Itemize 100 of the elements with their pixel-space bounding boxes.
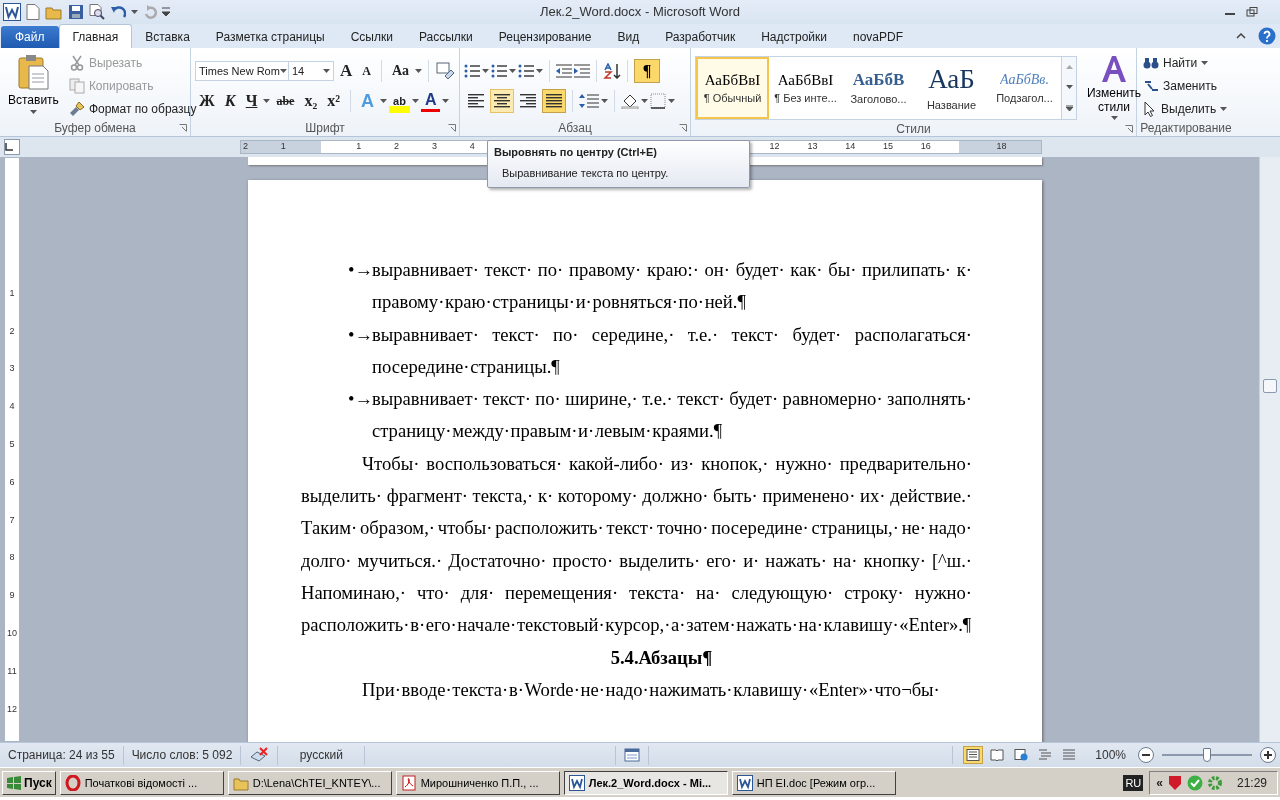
ribbon-tab[interactable]: Вставка (132, 26, 203, 48)
replace-button[interactable]: Заменить (1141, 75, 1230, 97)
ribbon-tab[interactable]: Разметка страницы (202, 26, 338, 48)
subscript-button[interactable]: x₂ (300, 89, 322, 113)
caret-icon (442, 99, 450, 103)
zoom-in-button[interactable] (1260, 747, 1276, 763)
check-icon (1186, 774, 1203, 791)
select-button[interactable]: Выделить (1141, 98, 1230, 120)
font-name-field[interactable]: Times New Rom (195, 61, 289, 81)
taskbar-button[interactable]: Мирошниченко П.П., ... (395, 770, 560, 795)
restore-icon (1246, 7, 1258, 17)
align-center-icon (494, 94, 510, 108)
ribbon-tab[interactable]: Вид (604, 26, 653, 48)
font-color-button[interactable]: A (420, 90, 441, 112)
show-marks-button[interactable]: ¶ (634, 59, 660, 83)
language-indicator[interactable]: русский (278, 745, 366, 765)
grow-font-button[interactable]: A (335, 59, 357, 83)
underline-button[interactable]: Ч (241, 89, 262, 113)
ruler-number: 18 (996, 141, 1007, 151)
show-hidden-icons-button[interactable]: « (1156, 775, 1163, 790)
ribbon-tab[interactable]: Надстройки (748, 26, 840, 48)
paste-button[interactable]: Вставить (4, 52, 63, 120)
shrink-font-button[interactable]: A (358, 59, 375, 83)
caret-icon (322, 69, 330, 73)
word-count[interactable]: Число слов: 5 092 (123, 745, 242, 765)
taskbar-button[interactable]: НП EI.doc [Режим огр... (731, 770, 896, 795)
style-item[interactable]: АаБбВвI ¶ Обычный (696, 57, 769, 119)
zoom-out-button[interactable] (1138, 747, 1154, 763)
align-justify-icon (546, 94, 562, 108)
superscript-button[interactable]: x² (323, 89, 345, 113)
collapse-ribbon-icon (1236, 33, 1246, 39)
zoom-thumb[interactable] (1203, 748, 1211, 762)
binoculars-icon (1143, 56, 1159, 70)
scroll-up-icon (1065, 65, 1073, 69)
ruler-number: 2 (242, 141, 248, 151)
font-size-field[interactable]: 14 (288, 61, 334, 81)
scrollbar-thumb[interactable] (1263, 379, 1277, 393)
increase-indent-icon (574, 64, 590, 78)
copy-icon (68, 78, 85, 94)
tooltip-title: Выровнять по центру (Ctrl+E) (494, 146, 658, 158)
ribbon-tab[interactable]: novaPDF (840, 26, 917, 48)
page-layout-icon (966, 749, 981, 761)
taskbar-button[interactable]: Лек.2_Word.docx - Mi... (563, 770, 728, 795)
caret-icon (131, 10, 138, 14)
caret-icon (415, 69, 422, 73)
decrease-indent-icon (556, 64, 572, 78)
change-case-button[interactable]: Aa (387, 59, 413, 83)
windows-flag-icon (6, 775, 22, 790)
ruler-number: 2 (8, 325, 16, 336)
dialog-launcher-icon (448, 124, 456, 132)
paragraph: При· вводе· текста· в· Worde· не· надо· нажимать· клавишу· «Enter»· что¬бы· (361, 677, 941, 702)
zoom-level[interactable]: 100% (1095, 748, 1126, 762)
bullet-list-icon (464, 64, 480, 78)
ribbon-tab[interactable]: Файл (1, 26, 59, 48)
draft-icon (1062, 749, 1077, 761)
view-button[interactable] (963, 746, 984, 764)
shading-icon (621, 93, 639, 109)
ruler-number: 1 (8, 287, 16, 298)
taskbar-button[interactable]: D:\Lena\ChTEI_KNTEY\... (227, 770, 392, 795)
print-preview-icon (89, 4, 105, 20)
group-label: Редактирование (1140, 121, 1232, 135)
taskbar-button[interactable]: Початкові відомості ... (59, 770, 224, 795)
tooltip-text: Выравнивание текста по центру. (501, 167, 670, 179)
ruler-number: 11 (6, 665, 18, 676)
cursor-icon (1143, 101, 1157, 117)
ruler-number: 14 (845, 141, 856, 151)
brush-button[interactable]: Формат по образцу (66, 98, 199, 120)
plus-icon (1260, 747, 1276, 763)
align-button[interactable] (490, 89, 514, 113)
document-icon (568, 774, 585, 791)
borders-icon (650, 93, 666, 109)
ribbon-tab[interactable]: Рецензирование (485, 26, 605, 48)
caret-icon (668, 99, 675, 103)
style-item[interactable]: АаБбВ Заголово... (842, 57, 915, 119)
save-icon (68, 4, 84, 20)
ribbon-tab[interactable]: Ссылки (337, 26, 406, 48)
ribbon-tab[interactable]: Главная (58, 24, 133, 48)
align-left-icon (468, 94, 484, 108)
page-count[interactable]: Страница: 24 из 55 (0, 745, 124, 765)
find-button[interactable]: Найти (1141, 52, 1230, 74)
vertical-scrollbar[interactable] (1259, 157, 1280, 742)
ribbon-tab[interactable]: Рассылки (405, 26, 486, 48)
ruler-number: 2 (394, 141, 400, 151)
tab-selector-button[interactable] (4, 139, 20, 155)
style-item[interactable]: АаБбВвI ¶ Без инте... (769, 57, 842, 119)
ribbon-tab[interactable]: Разработчик (652, 26, 749, 48)
language-indicator[interactable]: RU (1123, 774, 1144, 791)
clock: 21:29 (1236, 775, 1267, 790)
align-button[interactable] (542, 89, 566, 113)
bullet-marker: •→ (348, 322, 372, 347)
multilevel-list-icon (518, 64, 534, 78)
italic-button[interactable]: К (220, 89, 240, 113)
caret-icon (601, 99, 608, 103)
ruler-number: 12 (769, 141, 780, 151)
start-button[interactable]: Пуск (2, 770, 56, 795)
style-item[interactable]: АаБ Название (915, 57, 988, 119)
ruler-number: 8 (8, 552, 16, 563)
style-item[interactable]: АаБбВв. Подзагол... (988, 57, 1061, 119)
strikethrough-button[interactable]: abe (272, 89, 299, 113)
sort-icon (603, 63, 621, 79)
